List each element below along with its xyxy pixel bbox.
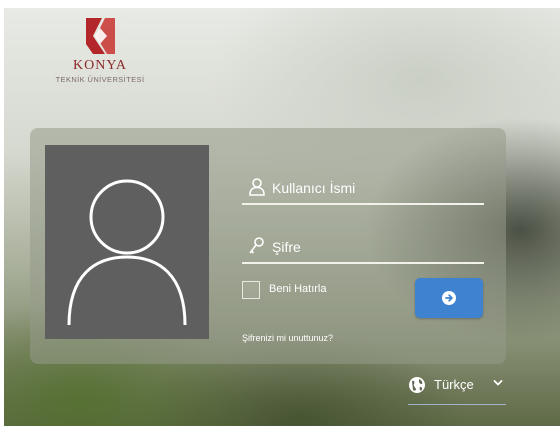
key-icon	[249, 237, 264, 254]
arrow-right-circle-icon	[442, 291, 456, 305]
logo-name: KONYA	[73, 58, 127, 73]
user-avatar	[45, 145, 209, 339]
logo-subtitle: TEKNİK ÜNİVERSİTESİ	[55, 75, 145, 84]
username-field[interactable]	[242, 177, 484, 205]
chevron-down-icon	[493, 380, 503, 386]
university-logo: KONYA TEKNİK ÜNİVERSİTESİ	[50, 16, 150, 84]
password-input[interactable]	[272, 236, 472, 258]
left-border	[0, 0, 4, 426]
ktun-logo-icon	[86, 18, 115, 54]
forgot-password-link[interactable]: Şifrenizi mi unuttunuz?	[242, 333, 333, 343]
language-selector[interactable]: Türkçe	[408, 374, 506, 405]
globe-icon	[409, 377, 425, 393]
user-silhouette-icon	[67, 179, 187, 326]
password-field[interactable]	[242, 236, 484, 264]
language-label: Türkçe	[434, 377, 474, 392]
username-input[interactable]	[272, 177, 472, 199]
remember-me-label: Beni Hatırla	[269, 283, 327, 295]
top-border	[0, 0, 560, 8]
login-submit-button[interactable]	[415, 278, 483, 318]
user-icon	[249, 178, 265, 196]
remember-me-checkbox[interactable]	[242, 281, 260, 299]
